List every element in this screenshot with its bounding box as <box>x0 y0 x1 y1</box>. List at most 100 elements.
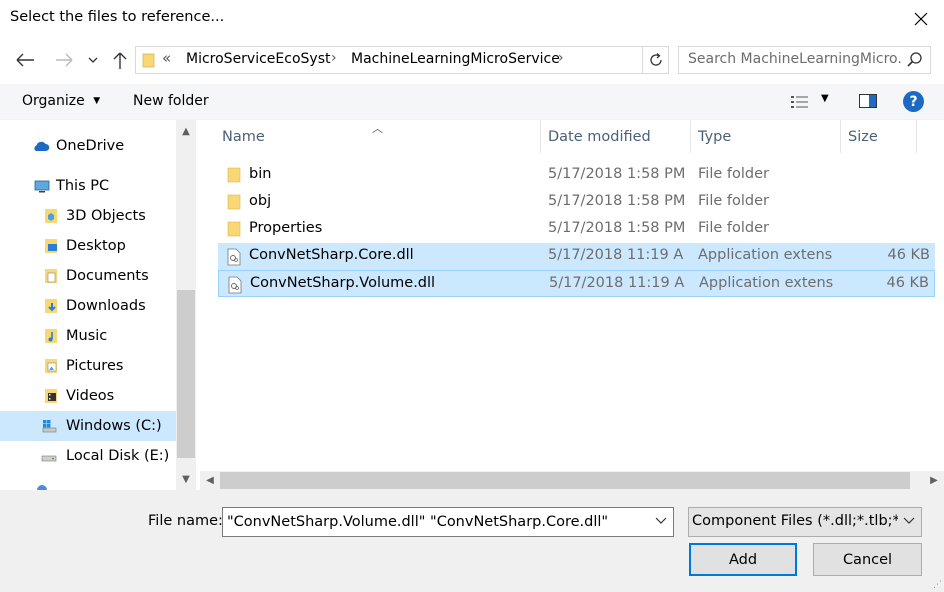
file-name-label: File name: <box>148 513 223 529</box>
file-date: 5/17/2018 1:58 PM <box>548 193 686 209</box>
recent-locations-button[interactable] <box>86 49 100 71</box>
file-row[interactable]: ConvNetSharp.Volume.dll 5/17/2018 11:19 … <box>218 270 935 297</box>
file-name: ConvNetSharp.Core.dll <box>249 247 414 263</box>
nav-item-this-pc[interactable]: This PC <box>0 171 176 201</box>
nav-item-windows-c[interactable]: Windows (C:) <box>0 411 176 441</box>
scroll-up-icon[interactable]: ▲ <box>176 120 196 142</box>
file-type: File folder <box>698 193 769 209</box>
file-row[interactable]: ConvNetSharp.Core.dll 5/17/2018 11:19 A … <box>218 243 935 270</box>
file-type-filter-select[interactable]: Component Files (*.dll;*.tlb;*.olb <box>688 507 922 537</box>
organize-label: Organize <box>22 93 85 109</box>
refresh-button[interactable] <box>642 47 668 73</box>
nav-item-label: Desktop <box>66 238 126 254</box>
add-button[interactable]: Add <box>689 543 797 576</box>
breadcrumb-machinelearningmicroservice[interactable]: MachineLearningMicroService <box>351 51 560 67</box>
filter-value: Component Files (*.dll;*.tlb;*.olb <box>692 513 898 529</box>
disk-drive-icon <box>41 455 57 462</box>
nav-item-label: Downloads <box>66 298 146 314</box>
preview-pane-icon <box>859 94 877 108</box>
cancel-button[interactable]: Cancel <box>813 543 922 576</box>
search-icon[interactable] <box>906 51 924 73</box>
address-bar[interactable]: « MicroServiceEcoSyst › MachineLearningM… <box>135 46 669 74</box>
window-title: Select the files to reference... <box>10 9 225 25</box>
column-divider[interactable] <box>690 120 691 153</box>
column-header-size[interactable]: Size <box>848 120 878 153</box>
dll-file-icon <box>227 248 241 266</box>
nav-item-3d-objects[interactable]: 3D Objects <box>0 201 176 231</box>
scroll-thumb[interactable] <box>220 472 910 489</box>
breadcrumb-separator-icon[interactable]: › <box>331 50 337 66</box>
desktop-folder-icon <box>45 239 57 253</box>
music-folder-icon <box>45 329 57 343</box>
file-name-input[interactable] <box>222 507 674 537</box>
nav-item-pictures[interactable]: Pictures <box>0 351 176 381</box>
sort-ascending-icon: ︿ <box>372 122 383 135</box>
file-name: ConvNetSharp.Volume.dll <box>250 275 436 291</box>
preview-pane-button[interactable] <box>858 92 878 114</box>
scroll-right-icon[interactable]: ▶ <box>924 471 944 490</box>
column-header-name[interactable]: Name <box>222 120 265 153</box>
scroll-left-icon[interactable]: ◀ <box>200 471 220 490</box>
file-row[interactable]: bin 5/17/2018 1:58 PM File folder <box>218 162 935 189</box>
nav-item-documents[interactable]: Documents <box>0 261 176 291</box>
search-input[interactable]: Search MachineLearningMicro... <box>688 51 903 67</box>
nav-item-videos[interactable]: Videos <box>0 381 176 411</box>
file-date: 5/17/2018 11:19 A <box>548 247 684 263</box>
command-bar: Organize ▼ New folder ▼ ? <box>0 84 944 120</box>
view-options-button[interactable] <box>790 94 810 114</box>
nav-item-local-disk-e[interactable]: Local Disk (E:) <box>0 441 176 471</box>
folder-icon <box>227 221 241 237</box>
nav-item-label: Windows (C:) <box>66 418 162 434</box>
column-header-date[interactable]: Date modified <box>548 120 651 153</box>
documents-folder-icon <box>45 269 57 283</box>
breadcrumb-separator-icon[interactable]: › <box>558 50 564 66</box>
3d-objects-folder-icon <box>45 209 57 223</box>
chevron-down-icon[interactable] <box>655 515 667 528</box>
refresh-icon <box>649 53 662 66</box>
pictures-folder-icon <box>45 359 57 373</box>
column-header-type[interactable]: Type <box>698 120 731 153</box>
file-type: File folder <box>698 220 769 236</box>
file-type: Application extens <box>699 275 834 291</box>
resize-grip-icon[interactable]: ⋰ <box>933 580 942 590</box>
file-row[interactable]: Properties 5/17/2018 1:58 PM File folder <box>218 216 935 243</box>
search-box[interactable]: Search MachineLearningMicro... <box>678 46 931 74</box>
forward-button[interactable] <box>52 49 78 71</box>
horizontal-scrollbar[interactable]: ◀ ▶ <box>200 471 944 490</box>
file-date: 5/17/2018 1:58 PM <box>548 220 686 236</box>
file-row[interactable]: obj 5/17/2018 1:58 PM File folder <box>218 189 935 216</box>
file-size: 46 KB <box>886 275 929 291</box>
organize-button[interactable]: Organize ▼ <box>22 93 100 109</box>
scroll-thumb[interactable] <box>177 290 195 458</box>
scroll-down-icon[interactable]: ▼ <box>176 468 196 490</box>
file-name: bin <box>249 166 272 182</box>
nav-scrollbar[interactable]: ▲ ▼ <box>176 120 196 490</box>
chevron-down-icon <box>88 57 98 63</box>
folder-icon <box>227 194 241 210</box>
nav-item-label: Local Disk (E:) <box>66 448 170 464</box>
nav-item-label: Documents <box>66 268 149 284</box>
dll-file-icon <box>228 276 242 294</box>
nav-item-onedrive[interactable]: OneDrive <box>0 131 176 161</box>
nav-item-label: Pictures <box>66 358 124 374</box>
new-folder-button[interactable]: New folder <box>133 93 209 109</box>
nav-item-label: 3D Objects <box>66 208 146 224</box>
file-name: Properties <box>249 220 323 236</box>
chevron-down-icon <box>903 515 915 528</box>
chevron-down-icon[interactable]: ▼ <box>821 93 829 104</box>
address-overflow-button[interactable]: « <box>162 49 171 67</box>
column-divider[interactable] <box>840 120 841 153</box>
nav-item-label: This PC <box>56 178 110 194</box>
nav-item-desktop[interactable]: Desktop <box>0 231 176 261</box>
breadcrumb-microserviceecosyst[interactable]: MicroServiceEcoSyst <box>186 51 330 67</box>
help-button[interactable]: ? <box>903 91 924 112</box>
file-type: File folder <box>698 166 769 182</box>
nav-item-music[interactable]: Music <box>0 321 176 351</box>
close-button[interactable] <box>898 0 944 38</box>
column-divider[interactable] <box>540 120 541 153</box>
up-button[interactable] <box>108 49 132 71</box>
back-button[interactable] <box>12 49 38 71</box>
windows-drive-icon <box>42 420 57 433</box>
column-divider[interactable] <box>916 120 917 153</box>
nav-item-downloads[interactable]: Downloads <box>0 291 176 321</box>
